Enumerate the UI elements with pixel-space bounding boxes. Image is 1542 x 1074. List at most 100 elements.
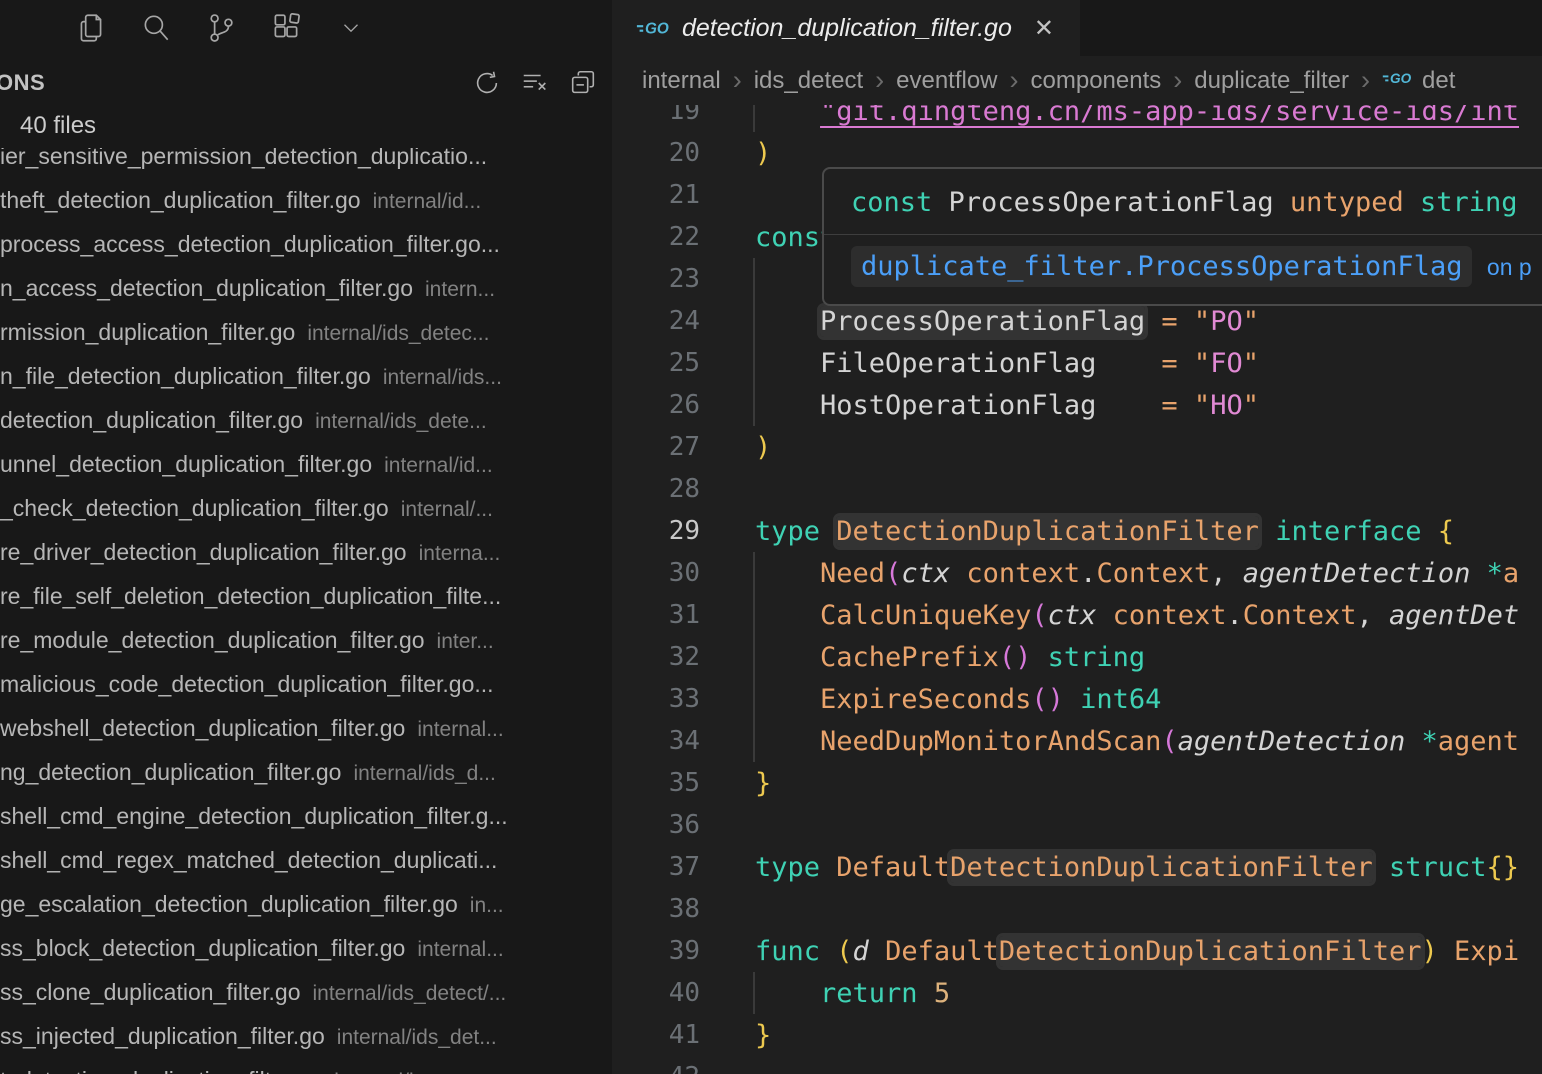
file-name: n_access_detection_duplication_filter.go	[0, 275, 413, 301]
line-number: 38	[612, 894, 700, 924]
file-path: internal/ids...	[383, 366, 502, 389]
file-path: internal/i...	[334, 1070, 431, 1074]
code-text: ExpireSeconds() int64	[755, 684, 1161, 715]
code-line[interactable]: 26 HostOperationFlag = "HO"	[612, 384, 1542, 426]
line-number: 26	[612, 390, 700, 420]
file-path: internal/ids_det...	[337, 1026, 497, 1049]
go-icon: GO	[1382, 67, 1414, 95]
breadcrumb: internal›ids_detect›eventflow›components…	[612, 56, 1542, 105]
code-line[interactable]: 40 return 5	[612, 972, 1542, 1014]
close-icon[interactable]: ✕	[1034, 14, 1054, 43]
list-item[interactable]: ng_detection_duplication_filter.gointern…	[0, 750, 612, 794]
line-number: 33	[612, 684, 700, 714]
file-path: inter...	[437, 630, 494, 653]
list-item[interactable]: ss_injected_duplication_filter.go interna…	[0, 1014, 612, 1058]
file-path: interna...	[419, 542, 501, 565]
list-item[interactable]: re_module_detection_duplication_filter.g…	[0, 618, 612, 662]
breadcrumb-file[interactable]: GO det	[1382, 67, 1455, 95]
list-item[interactable]: shell_cmd_regex_matched_detection_duplic…	[0, 838, 612, 882]
file-path: internal/ids_detec...	[307, 322, 489, 345]
code-line[interactable]: 27)	[612, 426, 1542, 468]
code-line[interactable]: 33 ExpireSeconds() int64	[612, 678, 1542, 720]
go-icon: GO	[636, 17, 672, 39]
file-name: ge_escalation_detection_duplication_filt…	[0, 891, 458, 917]
chevron-right-icon: ›	[875, 65, 884, 96]
file-path: intern...	[425, 278, 495, 301]
chevron-right-icon: ›	[733, 65, 742, 96]
code-line[interactable]: 32 CachePrefix() string	[612, 636, 1542, 678]
list-item[interactable]: ier_sensitive_permission_detection_dupli…	[0, 148, 612, 178]
activity-bar	[0, 0, 612, 56]
line-number: 20	[612, 138, 700, 168]
code-text: }	[755, 1020, 771, 1051]
code-text: FileOperationFlag = "FO"	[755, 348, 1259, 379]
list-item[interactable]: _check_detection_duplication_filter.goin…	[0, 486, 612, 530]
extensions-icon[interactable]	[269, 11, 303, 45]
code-line[interactable]: 30 Need(ctx context.Context, agentDetect…	[612, 552, 1542, 594]
list-item[interactable]: re_file_self_deletion_detection_duplicat…	[0, 574, 612, 618]
code-text: func (d DefaultDetectionDuplicationFilte…	[755, 936, 1519, 967]
breadcrumb-item[interactable]: components	[1031, 67, 1162, 95]
list-item[interactable]: re_driver_detection_duplication_filter.g…	[0, 530, 612, 574]
code-line[interactable]: 29type DetectionDuplicationFilter interf…	[612, 510, 1542, 552]
code-line[interactable]: 34 NeedDupMonitorAndScan(agentDetection …	[612, 720, 1542, 762]
list-item[interactable]: ss_clone_duplication_filter.gointernal/i…	[0, 970, 612, 1014]
code-line[interactable]: 24 ProcessOperationFlag = "PO"	[612, 300, 1542, 342]
list-item[interactable]: unnel_detection_duplication_filter.goint…	[0, 442, 612, 486]
tab-detection-duplication-filter[interactable]: GO detection_duplication_filter.go ✕	[612, 0, 1080, 56]
list-item[interactable]: n_access_detection_duplication_filter.go…	[0, 266, 612, 310]
line-number: 41	[612, 1020, 700, 1050]
chevron-down-icon[interactable]	[334, 11, 368, 45]
search-icon[interactable]	[139, 11, 173, 45]
breadcrumb-item[interactable]: internal	[642, 67, 721, 95]
list-item[interactable]: malicious_code_detection_duplication_fil…	[0, 662, 612, 706]
hover-symbol-link[interactable]: duplicate_filter.ProcessOperationFlag	[851, 246, 1472, 287]
indent-guide	[753, 258, 755, 300]
list-item[interactable]: ge_escalation_detection_duplication_filt…	[0, 882, 612, 926]
code-text: CalcUniqueKey(ctx context.Context, agent…	[755, 600, 1519, 631]
hover-doc-link[interactable]: on p	[1487, 254, 1532, 280]
code-line[interactable]: 31 CalcUniqueKey(ctx context.Context, ag…	[612, 594, 1542, 636]
line-number: 40	[612, 978, 700, 1008]
files-icon[interactable]	[74, 11, 108, 45]
code-line[interactable]: 41}	[612, 1014, 1542, 1056]
breadcrumb-item[interactable]: eventflow	[896, 67, 997, 95]
clear-results-icon[interactable]	[520, 68, 550, 98]
code-line[interactable]: 36	[612, 804, 1542, 846]
code-line[interactable]: 25 FileOperationFlag = "FO"	[612, 342, 1542, 384]
code-text: return 5	[755, 978, 950, 1009]
collapse-all-icon[interactable]	[568, 68, 598, 98]
breadcrumb-item[interactable]: duplicate_filter	[1194, 67, 1349, 95]
file-path: internal...	[417, 938, 503, 961]
line-number: 36	[612, 810, 700, 840]
sidebar: ONS 40 files ier_sensitive_per	[0, 0, 612, 1074]
file-path: internal/ids_d...	[353, 762, 495, 785]
refresh-icon[interactable]	[472, 68, 502, 98]
list-item[interactable]: webshell_detection_duplication_filter.go…	[0, 706, 612, 750]
code-line[interactable]: 28	[612, 468, 1542, 510]
list-item[interactable]: shell_cmd_engine_detection_duplication_f…	[0, 794, 612, 838]
list-item[interactable]: t_detection_duplication_filter.gointerna…	[0, 1058, 612, 1074]
list-item[interactable]: rmission_duplication_filter.gointernal/i…	[0, 310, 612, 354]
file-path: internal...	[417, 718, 503, 741]
file-name: ss_injected_duplication_filter.go	[0, 1023, 325, 1049]
file-path: internal/id...	[373, 190, 482, 213]
list-item[interactable]: process_access_detection_duplication_fil…	[0, 222, 612, 266]
code-line[interactable]: 37type DefaultDetectionDuplicationFilter…	[612, 846, 1542, 888]
code-line[interactable]: 42	[612, 1056, 1542, 1074]
code-text: type DefaultDetectionDuplicationFilter s…	[755, 852, 1519, 883]
line-number: 23	[612, 264, 700, 294]
source-control-icon[interactable]	[204, 11, 238, 45]
line-number: 25	[612, 348, 700, 378]
code-line[interactable]: 35}	[612, 762, 1542, 804]
list-item[interactable]: theft_detection_duplication_filter.goint…	[0, 178, 612, 222]
hover-link-row: duplicate_filter.ProcessOperationFlag on…	[824, 235, 1542, 304]
breadcrumb-item[interactable]: ids_detect	[754, 67, 863, 95]
code-line[interactable]: 19 "git.qingteng.cn/ms-app-ids/service-i…	[612, 105, 1542, 132]
list-item[interactable]: ss_block_detection_duplication_filter.go…	[0, 926, 612, 970]
code-line[interactable]: 39func (d DefaultDetectionDuplicationFil…	[612, 930, 1542, 972]
file-path: internal/ids_detect/...	[312, 982, 506, 1005]
list-item[interactable]: n_file_detection_duplication_filter.goin…	[0, 354, 612, 398]
list-item[interactable]: detection_duplication_filter.gointernal/…	[0, 398, 612, 442]
code-line[interactable]: 38	[612, 888, 1542, 930]
